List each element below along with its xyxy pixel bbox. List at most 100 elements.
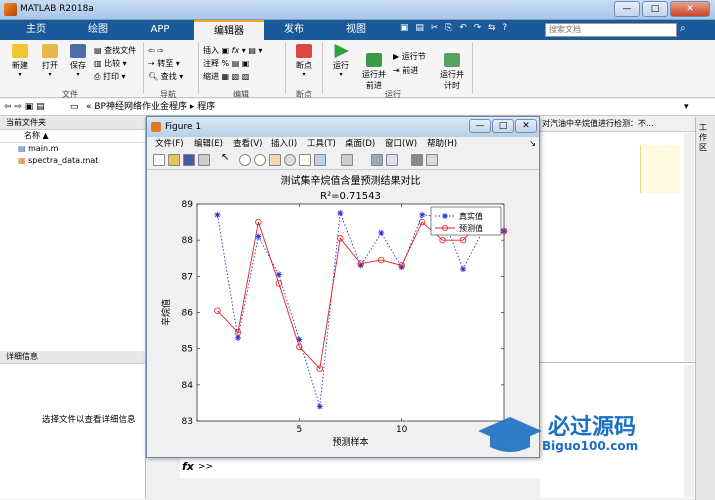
zoom-in-icon[interactable] (239, 154, 251, 166)
pointer-icon[interactable]: ↖ (221, 152, 233, 164)
goto-button[interactable]: ⇢ 转至 ▾ (148, 57, 198, 70)
legend-icon[interactable] (386, 154, 398, 166)
breakpoints-button[interactable]: 断点 ▾ (290, 44, 318, 78)
print-figure-icon[interactable] (198, 154, 210, 166)
find-files-button[interactable]: ▤ 查找文件 (94, 44, 142, 57)
y-tick-label: 85 (182, 345, 193, 355)
zoom-out-icon[interactable] (254, 154, 266, 166)
run-icon (334, 44, 349, 58)
save-figure-icon[interactable] (183, 154, 195, 166)
minimize-button[interactable]: — (614, 1, 640, 17)
chart-title: 测试集辛烷值含量预测结果对比 (281, 174, 421, 187)
tab-publish[interactable]: 发布 (266, 20, 322, 40)
y-tick-label: 86 (182, 309, 194, 319)
file-row[interactable]: ▦ spectra_data.mat (0, 155, 145, 167)
pan-icon[interactable] (269, 154, 281, 166)
breakpoint-icon (296, 44, 312, 58)
new-icon (12, 44, 28, 58)
file-row[interactable]: ▤ main.m (0, 143, 145, 155)
comment-button[interactable]: 注释 % ▤ ▣ (203, 57, 283, 70)
colorbar-icon[interactable] (371, 154, 383, 166)
menu-dock-icon[interactable]: ↘ (529, 137, 536, 152)
run-section-button[interactable]: ▶ 运行节 (393, 50, 435, 64)
data-point-1 (419, 211, 426, 218)
run-advance-button[interactable]: 运行并 前进 (358, 44, 390, 91)
breadcrumb: « BP神经网络作业金程序 ▸ 程序 (86, 102, 216, 112)
x-axis-label: 预测样本 (332, 436, 368, 448)
quick-access-icons[interactable]: ▣ ▤ ✂ ⎘ ↶ ↷ ⇆ ? (400, 23, 540, 37)
compare-button[interactable]: ▥ 比较 ▾ (94, 57, 142, 70)
new-button[interactable]: 新建 ▾ (6, 44, 34, 78)
data-cursor-icon[interactable] (299, 154, 311, 166)
y-tick-label: 89 (182, 200, 194, 210)
menu-insert[interactable]: 插入(I) (271, 137, 297, 152)
back-forward-icons[interactable]: ⇦ ⇨ ▣ ▤ (4, 99, 45, 115)
data-point-1 (214, 211, 221, 218)
rotate-icon[interactable] (284, 154, 296, 166)
figure-maximize-button[interactable]: □ (492, 119, 514, 133)
open-file-icon[interactable] (168, 154, 180, 166)
tab-plots[interactable]: 绘图 (70, 20, 126, 40)
menu-help[interactable]: 帮助(H) (427, 137, 457, 152)
search-input[interactable]: 搜索文档 (545, 23, 677, 37)
fx-icon: fx (182, 460, 194, 473)
tab-editor[interactable]: 编辑器 (194, 20, 264, 40)
hide-tools-icon[interactable] (411, 154, 423, 166)
name-column-header[interactable]: 名称 ▲ (0, 130, 145, 143)
menu-tools[interactable]: 工具(T) (307, 137, 336, 152)
ribbon-tabs: 主页 绘图 APP 编辑器 发布 视图 ▣ ▤ ✂ ⎘ ↶ ↷ ⇆ ? 搜索文档… (0, 20, 715, 40)
matlab-logo-icon (4, 3, 17, 16)
insert-button[interactable]: 插入 ▣ fx ▾ ▤ ▾ (203, 44, 283, 57)
tab-home[interactable]: 主页 (8, 20, 64, 40)
editor-area[interactable]: 对汽油中辛烷值进行检测：不... (540, 117, 695, 363)
open-button[interactable]: 打开 ▾ (36, 44, 64, 78)
details-title: 详细信息 (0, 351, 145, 364)
new-figure-icon[interactable] (153, 154, 165, 166)
figure-title: Figure 1 (165, 122, 202, 132)
save-icon (70, 44, 86, 58)
tab-view[interactable]: 视图 (328, 20, 384, 40)
figure-minimize-button[interactable]: — (469, 119, 491, 133)
indent-button[interactable]: 缩进 ▦ ▧ ▨ (203, 70, 283, 83)
menu-window[interactable]: 窗口(W) (385, 137, 417, 152)
run-button[interactable]: 运行 ▾ (327, 44, 355, 78)
divider (472, 42, 473, 94)
menu-edit[interactable]: 编辑(E) (194, 137, 223, 152)
file-small-buttons: ▤ 查找文件 ▥ 比较 ▾ ⎙ 打印 ▾ (94, 44, 142, 83)
nav-arrows[interactable]: ⇦ ⇨ (148, 44, 198, 57)
close-button[interactable]: ✕ (670, 1, 710, 17)
code-highlight (640, 145, 680, 193)
maximize-button[interactable]: □ (642, 1, 668, 17)
editor-scrollbar[interactable] (684, 133, 694, 363)
brush-icon[interactable] (314, 154, 326, 166)
navigate-buttons: ⇦ ⇨ ⇢ 转至 ▾ 🔍︎ 查找 ▾ (148, 44, 198, 83)
menu-view[interactable]: 查看(V) (233, 137, 262, 152)
legend-label: 真实值 (459, 211, 483, 221)
chart-subtitle: R²=0.71543 (320, 191, 381, 202)
legend-label: 预测值 (459, 223, 483, 233)
run-time-button[interactable]: 运行并 计时 (436, 44, 468, 91)
print-button[interactable]: ⎙ 打印 ▾ (94, 70, 142, 83)
figure-close-button[interactable]: ✕ (515, 119, 537, 133)
address-bar[interactable]: ⇦ ⇨ ▣ ▤ ▭ « BP神经网络作业金程序 ▸ 程序 ▾ (0, 99, 715, 116)
folder-icon: ▭ (70, 102, 79, 112)
window-title: MATLAB R2018a (20, 4, 94, 14)
menu-file[interactable]: 文件(F) (155, 137, 184, 152)
search-icon[interactable]: ⌕ (680, 23, 686, 34)
prompt-caret: >> (198, 462, 214, 472)
y-tick-label: 87 (182, 272, 193, 282)
link-icon[interactable] (341, 154, 353, 166)
y-axis-label: 辛烷值 (160, 299, 172, 326)
data-point-1 (234, 334, 241, 341)
find-button[interactable]: 🔍︎ 查找 ▾ (148, 70, 198, 83)
show-tools-icon[interactable] (426, 154, 438, 166)
address-dropdown-icon[interactable]: ▾ (684, 99, 689, 115)
advance-button[interactable]: ⇥ 前进 (393, 64, 435, 78)
axes-box (196, 203, 505, 422)
tab-apps[interactable]: APP (132, 20, 188, 40)
menu-desktop[interactable]: 桌面(D) (345, 137, 375, 152)
workspace-label: 工作区 (699, 123, 707, 152)
save-button[interactable]: 保存 ▾ (64, 44, 92, 78)
editor-snippet: 对汽油中辛烷值进行检测：不... (540, 117, 695, 132)
run-time-icon (444, 53, 460, 67)
